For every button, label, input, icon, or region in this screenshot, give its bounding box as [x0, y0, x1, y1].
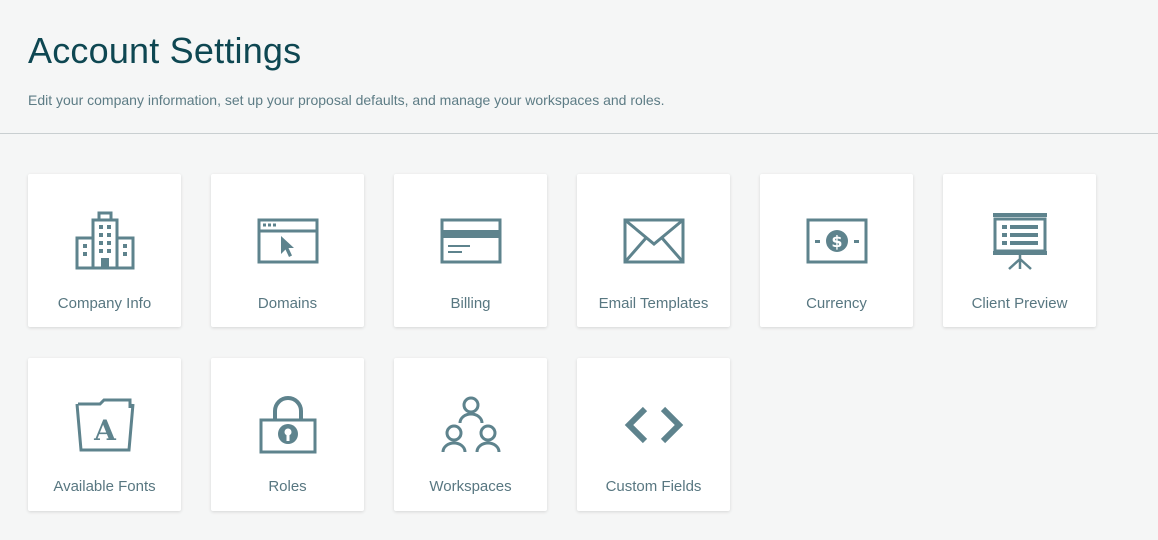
font-folder-icon: A — [28, 394, 181, 456]
svg-text:$: $ — [831, 232, 842, 251]
tile-label: Roles — [268, 478, 307, 495]
tile-label: Currency — [806, 295, 867, 312]
credit-card-icon — [394, 210, 547, 272]
tile-label: Custom Fields — [605, 478, 702, 495]
tile-available-fonts[interactable]: A Available Fonts — [28, 358, 181, 511]
building-icon — [28, 210, 181, 272]
tile-client-preview[interactable]: Client Preview — [943, 174, 1096, 327]
tile-domains[interactable]: Domains — [211, 174, 364, 327]
envelope-icon — [577, 210, 730, 272]
dollar-bill-icon: $ — [760, 210, 913, 272]
tile-email-templates[interactable]: Email Templates — [577, 174, 730, 327]
presentation-board-icon — [943, 210, 1096, 272]
team-icon — [394, 394, 547, 456]
tile-label: Available Fonts — [53, 478, 156, 495]
page-subtitle: Edit your company information, set up yo… — [28, 92, 665, 108]
tile-label: Client Preview — [971, 295, 1068, 312]
tile-roles[interactable]: Roles — [211, 358, 364, 511]
page-title: Account Settings — [28, 30, 302, 71]
tile-currency[interactable]: $ Currency — [760, 174, 913, 327]
tile-label: Billing — [450, 295, 491, 312]
settings-grid: Company Info Domains Billing Email Templ… — [28, 174, 1096, 511]
svg-text:A: A — [93, 414, 117, 447]
tile-billing[interactable]: Billing — [394, 174, 547, 327]
code-brackets-icon — [577, 394, 730, 456]
tile-label: Workspaces — [429, 478, 512, 495]
page-header: Account Settings Edit your company infor… — [0, 0, 1158, 134]
tile-label: Domains — [257, 295, 318, 312]
padlock-icon — [211, 394, 364, 456]
tile-custom-fields[interactable]: Custom Fields — [577, 358, 730, 511]
browser-cursor-icon — [211, 210, 364, 272]
tile-label: Email Templates — [598, 295, 709, 312]
tile-label: Company Info — [57, 295, 152, 312]
tile-workspaces[interactable]: Workspaces — [394, 358, 547, 511]
tile-company-info[interactable]: Company Info — [28, 174, 181, 327]
